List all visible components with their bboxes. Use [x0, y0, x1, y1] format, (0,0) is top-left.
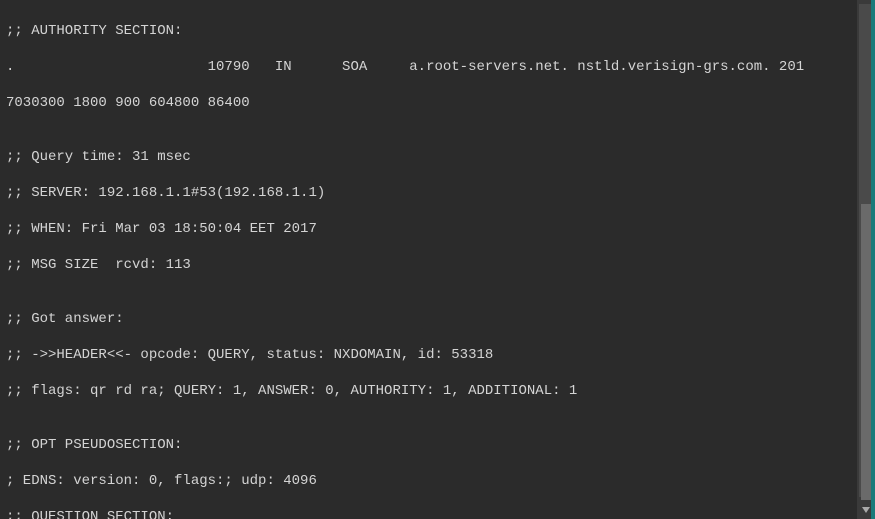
output-line: ;; flags: qr rd ra; QUERY: 1, ANSWER: 0,…	[6, 382, 851, 400]
output-line: . 10790 IN SOA a.root-servers.net. nstld…	[6, 58, 851, 76]
output-line: ;; WHEN: Fri Mar 03 18:50:04 EET 2017	[6, 220, 851, 238]
output-line: ;; OPT PSEUDOSECTION:	[6, 436, 851, 454]
terminal-output[interactable]: ;; AUTHORITY SECTION: . 10790 IN SOA a.r…	[0, 0, 857, 519]
output-line: ;; Got answer:	[6, 310, 851, 328]
output-line: ;; Query time: 31 msec	[6, 148, 851, 166]
output-line: ;; MSG SIZE rcvd: 113	[6, 256, 851, 274]
window-edge	[871, 0, 875, 519]
output-line: 7030300 1800 900 604800 86400	[6, 94, 851, 112]
output-line: ;; AUTHORITY SECTION:	[6, 22, 851, 40]
output-line: ;; SERVER: 192.168.1.1#53(192.168.1.1)	[6, 184, 851, 202]
output-line: ; EDNS: version: 0, flags:; udp: 4096	[6, 472, 851, 490]
output-line: ;; ->>HEADER<<- opcode: QUERY, status: N…	[6, 346, 851, 364]
output-line: ;; QUESTION SECTION:	[6, 508, 851, 519]
